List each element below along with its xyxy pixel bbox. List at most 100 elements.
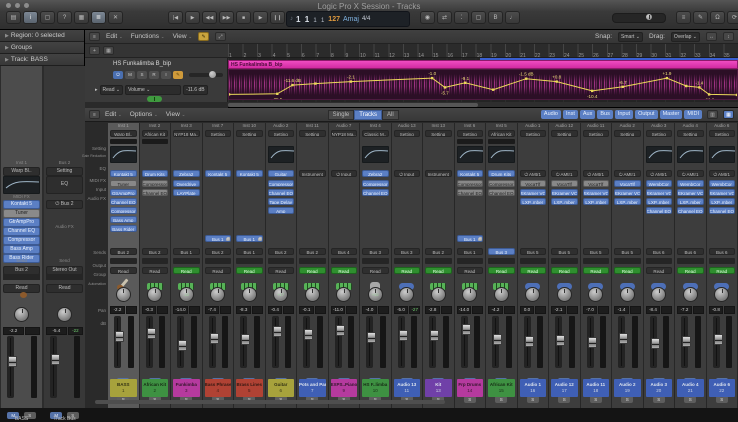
automation-node[interactable]	[591, 90, 593, 92]
bar-ruler[interactable]: 1234567891011121314151617181920212223242…	[228, 44, 738, 58]
track-name-plate[interactable]: HS F..limba10	[362, 379, 389, 397]
input-slot[interactable]: ⏻ Bus 2	[46, 200, 83, 209]
eq-thumbnail[interactable]	[268, 146, 295, 163]
automation-node[interactable]	[525, 78, 527, 80]
quick-help-icon[interactable]: ?	[57, 11, 72, 24]
inspector-icon[interactable]: i	[23, 11, 38, 24]
fader-cap[interactable]	[651, 338, 660, 349]
output-slot[interactable]: Bus 5	[614, 248, 641, 255]
group-slot[interactable]	[236, 258, 263, 264]
plugin-slot[interactable]: LXP..mber	[583, 198, 610, 205]
pan-knob[interactable]: +12	[368, 287, 383, 302]
plugin-slot[interactable]: LAYPlate	[173, 189, 200, 196]
fader-track[interactable]	[114, 316, 121, 368]
v-zoom-slider[interactable]: ↕	[723, 32, 734, 41]
filter-output[interactable]: Output	[635, 110, 658, 119]
plugin-slot[interactable]: Tuner	[3, 209, 40, 218]
pan-knob[interactable]	[651, 287, 666, 302]
filter-audio[interactable]: Audio	[541, 110, 561, 119]
fader-area[interactable]	[551, 316, 578, 368]
automation-node[interactable]	[698, 86, 700, 88]
mixer-strip-Guitar[interactable]: Audio 2SettingGuitarCompressorChannel EQ…	[266, 123, 298, 408]
automation-node[interactable]	[666, 77, 668, 79]
mixer-strip-Audio 12[interactable]: Audio 12Setting⏻ AMtr1VocaTlfEKramer VCL…	[549, 123, 581, 408]
flex-icon[interactable]: ✕	[108, 11, 123, 24]
fader-area[interactable]	[268, 316, 295, 368]
channel-setting-button[interactable]: Setting	[709, 130, 736, 137]
group-slot[interactable]	[614, 258, 641, 264]
plugin-slot[interactable]: Channel EQ	[646, 207, 673, 214]
automation-latch-icon[interactable]: ✎	[173, 71, 183, 79]
pan-knob[interactable]	[242, 287, 257, 302]
plugin-slot[interactable]: GtrAmpPro	[110, 189, 137, 196]
fader-track[interactable]	[618, 316, 625, 368]
region-title-bar[interactable]: HS Funkalimba B_bip	[228, 60, 738, 69]
pan-knob[interactable]	[336, 287, 351, 302]
volume-readout[interactable]: -8.4	[646, 306, 661, 314]
automation-node[interactable]	[314, 82, 316, 84]
fader-cap[interactable]	[178, 340, 187, 351]
automation-node[interactable]	[736, 94, 737, 96]
filter-midi[interactable]: MIDI	[684, 110, 702, 119]
automation-button[interactable]: ✎	[198, 32, 209, 41]
group-slot[interactable]	[457, 258, 484, 264]
plugin-slot[interactable]: Channel EQ	[142, 189, 169, 196]
output-slot[interactable]: Bus 2	[142, 248, 169, 255]
inspector-row-0[interactable]: ▶Region: 0 selected	[0, 30, 84, 42]
plugin-slot[interactable]: Compressor	[110, 207, 137, 214]
slider-knob[interactable]	[209, 71, 216, 78]
input-slot[interactable]: Guitar	[268, 170, 295, 177]
input-monitor-button[interactable]: I	[161, 71, 171, 79]
plugin-slot[interactable]: Channel EQ	[3, 227, 40, 236]
automation-mode-button[interactable]: Read	[299, 267, 326, 274]
pan-knob[interactable]	[462, 287, 477, 302]
fader-area[interactable]	[677, 316, 704, 368]
output-slot[interactable]: Bus 2	[299, 248, 326, 255]
group-slot[interactable]	[394, 258, 421, 264]
plugin-slot[interactable]: EKramer VC	[614, 189, 641, 196]
plugin-slot[interactable]: LXP..mber	[551, 198, 578, 205]
send-slot[interactable]: Bus 1	[205, 235, 232, 242]
eq-thumbnail[interactable]	[362, 146, 389, 163]
fader-track[interactable]	[303, 316, 310, 368]
input-slot[interactable]: Kontakt 5	[457, 170, 484, 177]
mixer-strip-Funkimba[interactable]: Inst 3NYP18 Ma..Zebra2OverdriveLAYPlateB…	[171, 123, 203, 408]
fader-cap[interactable]	[115, 331, 124, 342]
cycle-icon[interactable]: ⇄	[437, 11, 452, 24]
plugin-slot[interactable]: Bass Amp	[3, 245, 40, 254]
plugin-slot[interactable]: LXP..mber	[520, 198, 547, 205]
fader-cap[interactable]	[619, 333, 628, 344]
input-slot[interactable]: ⏻ AMtr1	[583, 170, 610, 177]
track-name-plate[interactable]: EXPS..Piano9	[331, 379, 358, 397]
filter-input[interactable]: Input	[615, 110, 633, 119]
pan-knob[interactable]	[57, 307, 72, 322]
pan-knob[interactable]	[714, 287, 729, 302]
plugin-slot[interactable]: LXP..mber	[709, 198, 736, 205]
mixer-icon[interactable]: ≣	[91, 11, 106, 24]
automation-mode-button[interactable]: Read	[173, 267, 200, 274]
mixer-strip-EXPS..Piano[interactable]: Audio 7NYP18 Ma..⏻ InputBus 4Read-11.0M …	[329, 123, 361, 408]
pan-knob[interactable]	[683, 287, 698, 302]
eq-thumbnail[interactable]	[677, 146, 704, 163]
plugin-slot[interactable]: Tape Delay	[268, 198, 295, 205]
pan-knob[interactable]	[210, 287, 225, 302]
menu-functions[interactable]: Functions ⌄	[131, 33, 165, 40]
fader-area[interactable]	[488, 316, 515, 368]
pan-knob[interactable]: +17	[273, 287, 288, 302]
plugin-slot[interactable]: VocaTlf	[614, 180, 641, 187]
region-waveform-area[interactable]: -25.5-11.6 dB-2.1-1.0-5.7-9.1-1.5 dB+0.8…	[228, 69, 738, 100]
track-name-plate[interactable]: Audio 320	[646, 379, 673, 397]
fader-cap[interactable]	[210, 333, 219, 344]
volume-readout[interactable]: -2.2	[110, 306, 125, 314]
volume-readout[interactable]: -2.8	[425, 306, 440, 314]
volume-readout[interactable]: -5.0	[394, 306, 409, 314]
volume-readout[interactable]: -14.0	[457, 306, 472, 314]
fader-cap[interactable]	[273, 326, 282, 337]
filter-aux[interactable]: Aux	[580, 110, 595, 119]
plugin-slot[interactable]: EKramer VC	[646, 189, 673, 196]
automation-node[interactable]	[444, 86, 446, 88]
automation-mode-button[interactable]: Read	[110, 267, 137, 274]
fader-track[interactable]	[272, 316, 279, 368]
fader-area[interactable]	[709, 316, 736, 368]
mute-button[interactable]: M	[125, 71, 135, 79]
